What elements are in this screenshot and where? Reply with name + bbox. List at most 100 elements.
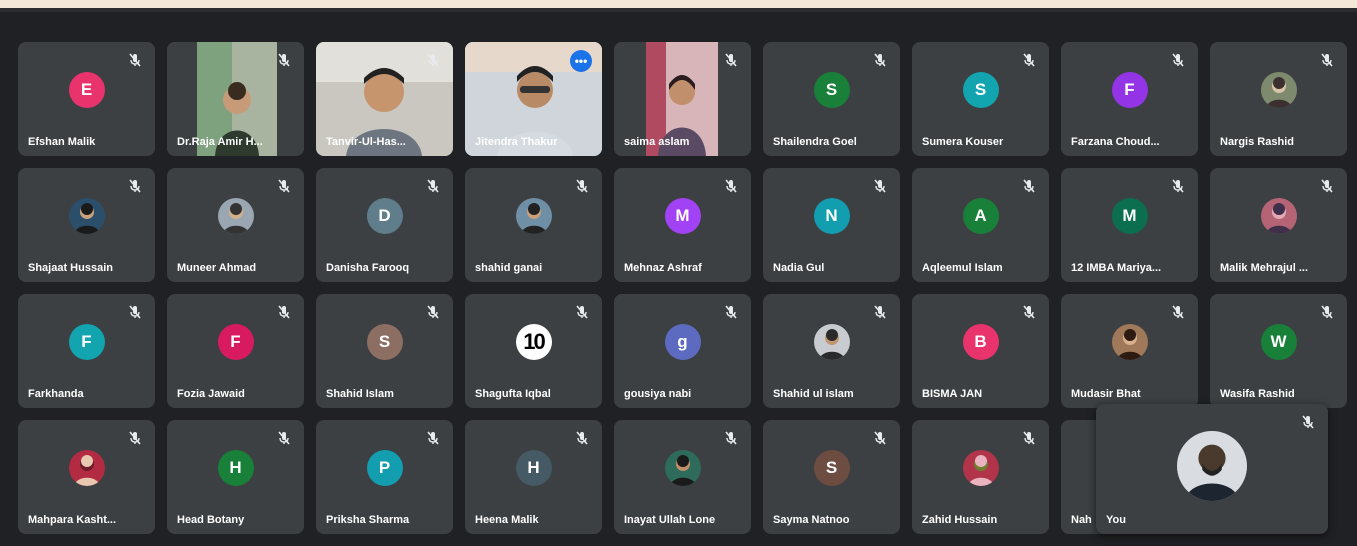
participant-name: Mahpara Kasht... bbox=[28, 514, 117, 526]
participant-tile[interactable]: M Mehnaz Ashraf bbox=[614, 168, 751, 282]
participant-avatar-initial: F bbox=[1111, 71, 1148, 108]
participant-name: Mehnaz Ashraf bbox=[624, 262, 702, 274]
participant-tile[interactable]: A Aqleemul Islam bbox=[912, 168, 1049, 282]
participant-tile[interactable]: Mahpara Kasht... bbox=[18, 420, 155, 534]
mic-off-icon bbox=[1319, 52, 1335, 68]
participant-tile[interactable]: saima aslam bbox=[614, 42, 751, 156]
participant-name: Malik Mehrajul ... bbox=[1220, 262, 1309, 274]
more-options-icon[interactable]: ••• bbox=[570, 50, 592, 72]
participant-avatar-initial: S bbox=[366, 323, 403, 360]
participant-tile[interactable]: Malik Mehrajul ... bbox=[1210, 168, 1347, 282]
participant-avatar-initial: M bbox=[664, 197, 701, 234]
mic-off-icon bbox=[276, 304, 292, 320]
mic-off-icon bbox=[1021, 178, 1037, 194]
self-avatar bbox=[1177, 431, 1247, 502]
participant-avatar-photo bbox=[1260, 71, 1297, 108]
participant-avatar-photo bbox=[68, 449, 105, 486]
participant-name: gousiya nabi bbox=[624, 388, 692, 400]
mic-off-icon bbox=[574, 178, 590, 194]
participant-tile[interactable]: N Nadia Gul bbox=[763, 168, 900, 282]
mic-off-icon bbox=[1021, 52, 1037, 68]
mic-off-icon bbox=[425, 304, 441, 320]
participant-avatar-initial: S bbox=[962, 71, 999, 108]
participant-tile[interactable]: g gousiya nabi bbox=[614, 294, 751, 408]
mic-off-icon bbox=[1319, 304, 1335, 320]
participant-tile[interactable]: E Efshan Malik bbox=[18, 42, 155, 156]
participant-avatar-photo bbox=[813, 323, 850, 360]
participant-name: Shahid ul islam bbox=[773, 388, 854, 400]
participant-tile[interactable]: P Priksha Sharma bbox=[316, 420, 453, 534]
mic-off-icon bbox=[425, 430, 441, 446]
participant-avatar-initial: D bbox=[366, 197, 403, 234]
mic-off-icon bbox=[872, 304, 888, 320]
mic-off-icon bbox=[1170, 304, 1186, 320]
participant-avatar-initial: g bbox=[664, 323, 701, 360]
participant-name: Muneer Ahmad bbox=[177, 262, 257, 274]
participant-tile[interactable]: M 12 IMBA Mariya... bbox=[1061, 168, 1198, 282]
window-top-edge bbox=[0, 0, 1357, 8]
participant-name: Farkhanda bbox=[28, 388, 84, 400]
participant-name: Jitendra Thakur bbox=[475, 136, 558, 148]
participant-name: Zahid Hussain bbox=[922, 514, 998, 526]
participant-name: Inayat Ullah Lone bbox=[624, 514, 716, 526]
participant-tile[interactable]: H Head Botany bbox=[167, 420, 304, 534]
participant-tile[interactable]: Muneer Ahmad bbox=[167, 168, 304, 282]
participant-avatar-initial: P bbox=[366, 449, 403, 486]
mic-off-icon bbox=[1170, 52, 1186, 68]
participant-name: Nadia Gul bbox=[773, 262, 825, 274]
mic-off-icon bbox=[1319, 178, 1335, 194]
participant-tile[interactable]: S Shailendra Goel bbox=[763, 42, 900, 156]
mic-off-icon bbox=[1300, 414, 1316, 430]
participant-tile[interactable]: 10 Shagufta Iqbal bbox=[465, 294, 602, 408]
mic-off-icon bbox=[127, 430, 143, 446]
participant-avatar-initial: A bbox=[962, 197, 999, 234]
participant-name: Head Botany bbox=[177, 514, 245, 526]
mic-off-icon bbox=[574, 430, 590, 446]
self-view-tile[interactable]: You bbox=[1096, 404, 1328, 534]
participant-name: Efshan Malik bbox=[28, 136, 96, 148]
participant-name: Sumera Kouser bbox=[922, 136, 1004, 148]
participant-tile[interactable]: Zahid Hussain bbox=[912, 420, 1049, 534]
participant-name: Heena Malik bbox=[475, 514, 539, 526]
participant-tile[interactable]: F Fozia Jawaid bbox=[167, 294, 304, 408]
mic-off-icon bbox=[127, 52, 143, 68]
mic-off-icon bbox=[425, 178, 441, 194]
participant-tile[interactable]: B BISMA JAN bbox=[912, 294, 1049, 408]
participant-avatar-photo bbox=[217, 197, 254, 234]
participant-tile[interactable]: H Heena Malik bbox=[465, 420, 602, 534]
mic-off-icon bbox=[872, 178, 888, 194]
participant-tile[interactable]: Inayat Ullah Lone bbox=[614, 420, 751, 534]
participant-name: Danisha Farooq bbox=[326, 262, 410, 274]
mic-off-icon bbox=[723, 430, 739, 446]
participant-tile[interactable]: ••• Jitendra Thakur bbox=[465, 42, 602, 156]
participant-avatar-photo bbox=[68, 197, 105, 234]
participant-name: Farzana Choud... bbox=[1071, 136, 1160, 148]
mic-off-icon bbox=[723, 52, 739, 68]
participant-avatar-initial: S bbox=[813, 449, 850, 486]
participant-tile[interactable]: F Farkhanda bbox=[18, 294, 155, 408]
participant-name: Nargis Rashid bbox=[1220, 136, 1294, 148]
participant-name: Shailendra Goel bbox=[773, 136, 857, 148]
participant-tile[interactable]: S Sayma Natnoo bbox=[763, 420, 900, 534]
participant-tile[interactable]: S Shahid Islam bbox=[316, 294, 453, 408]
participant-avatar-photo bbox=[962, 449, 999, 486]
participant-tile[interactable]: S Sumera Kouser bbox=[912, 42, 1049, 156]
mic-off-icon bbox=[872, 52, 888, 68]
participant-tile[interactable]: Nargis Rashid bbox=[1210, 42, 1347, 156]
participant-tile[interactable]: Dr.Raja Amir H... bbox=[167, 42, 304, 156]
participant-name: Aqleemul Islam bbox=[922, 262, 1003, 274]
participant-tile[interactable]: W Wasifa Rashid bbox=[1210, 294, 1347, 408]
participant-avatar-initial: N bbox=[813, 197, 850, 234]
participant-tile[interactable]: Mudasir Bhat bbox=[1061, 294, 1198, 408]
participant-tile[interactable]: D Danisha Farooq bbox=[316, 168, 453, 282]
participant-avatar-initial: M bbox=[1111, 197, 1148, 234]
participant-tile[interactable]: Shajaat Hussain bbox=[18, 168, 155, 282]
participant-tile[interactable]: Shahid ul islam bbox=[763, 294, 900, 408]
participant-name: BISMA JAN bbox=[922, 388, 983, 400]
participant-name: Shahid Islam bbox=[326, 388, 394, 400]
participant-tile[interactable]: F Farzana Choud... bbox=[1061, 42, 1198, 156]
participant-tile[interactable]: shahid ganai bbox=[465, 168, 602, 282]
mic-off-icon bbox=[276, 430, 292, 446]
participant-tile[interactable]: Tanvir-Ul-Has... bbox=[316, 42, 453, 156]
participant-avatar-initial: F bbox=[217, 323, 254, 360]
